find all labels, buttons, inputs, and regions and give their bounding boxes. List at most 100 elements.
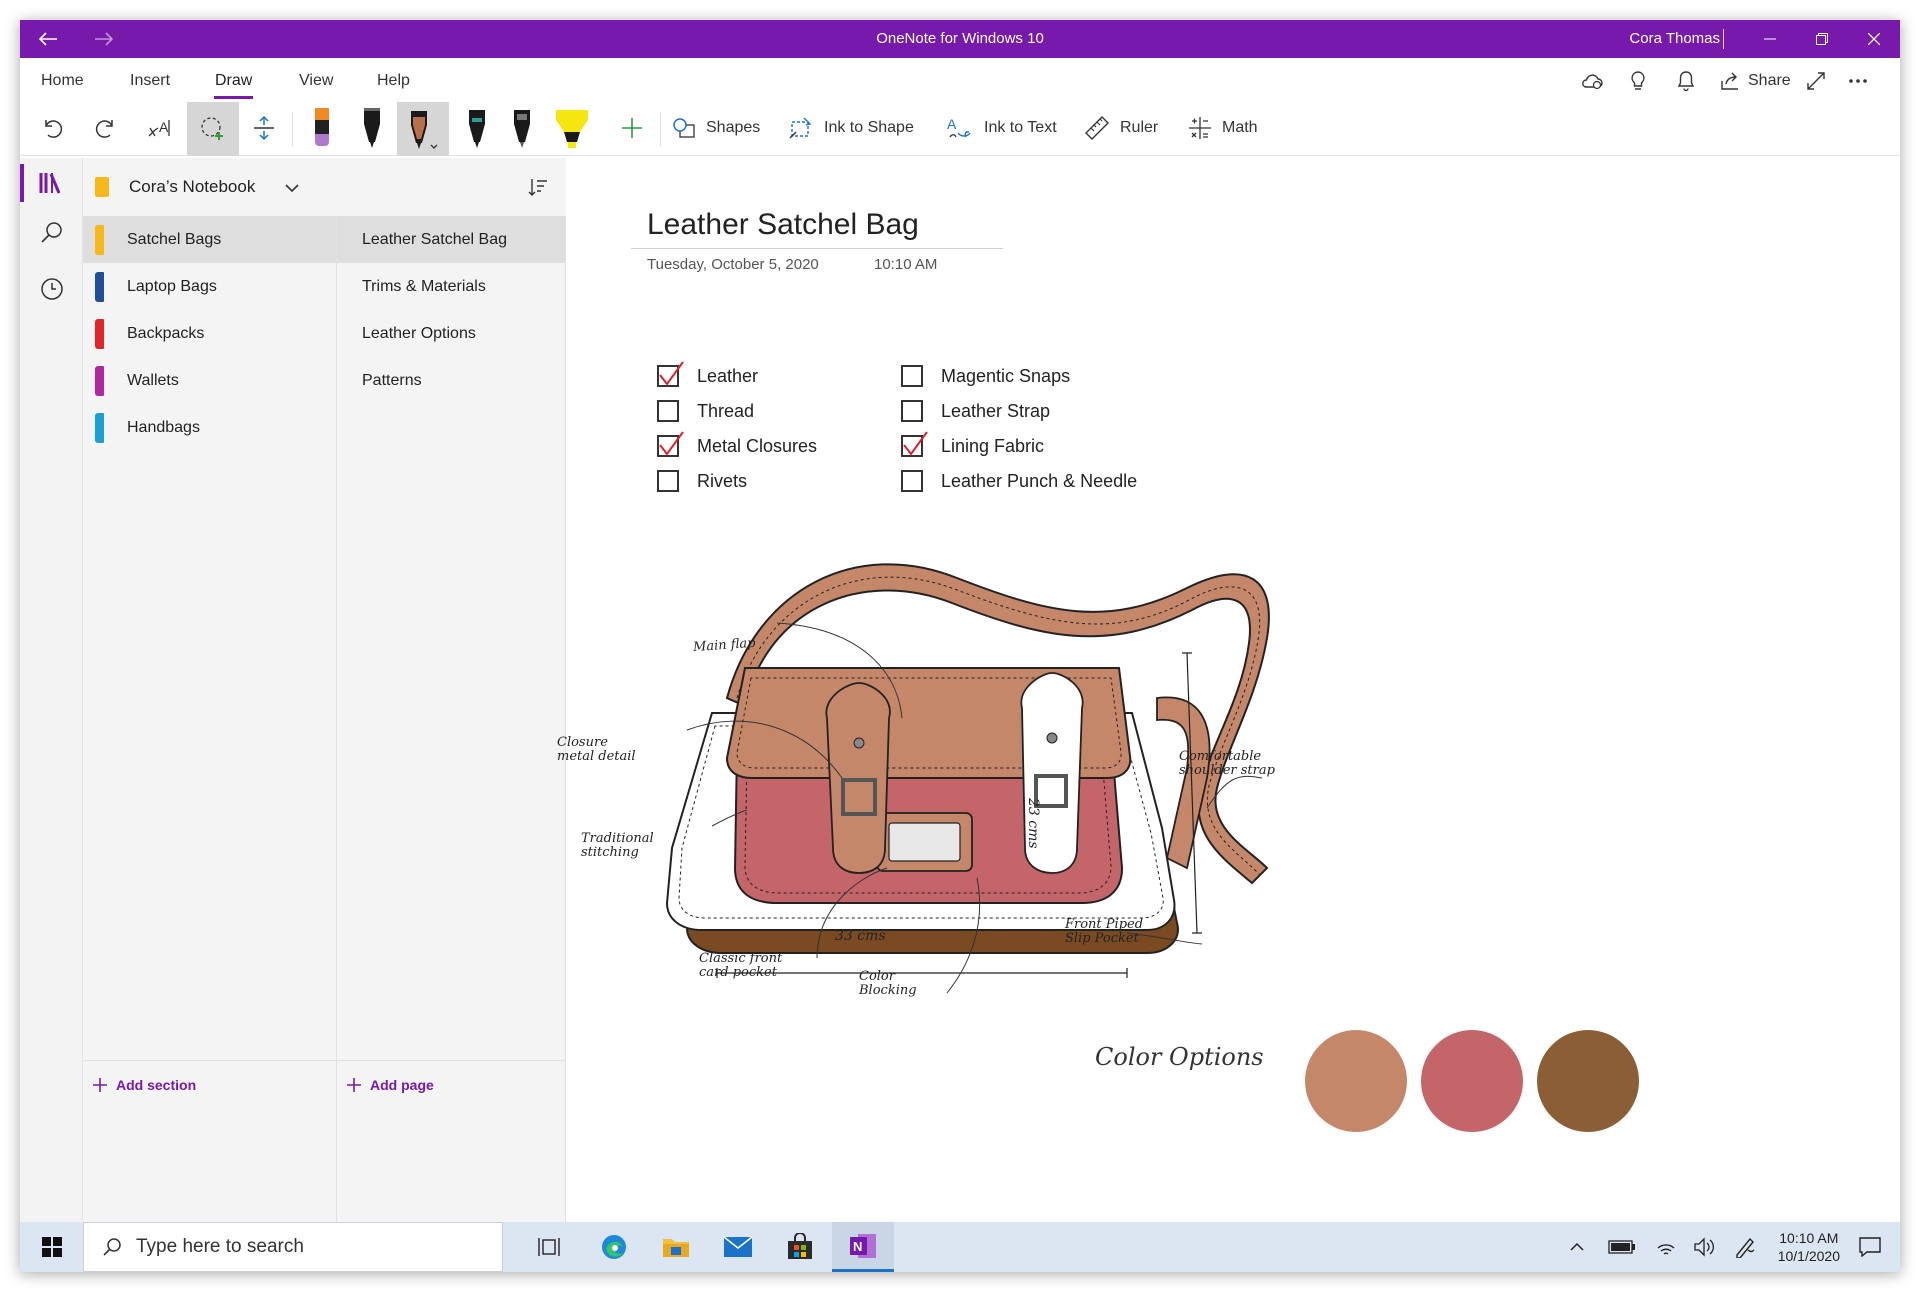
menu-view[interactable]: View — [299, 72, 333, 90]
highlighter-yellow[interactable] — [550, 102, 594, 154]
battery-status[interactable] — [1602, 1222, 1642, 1272]
close-button[interactable] — [1848, 20, 1900, 58]
math-button[interactable]: Math — [1188, 102, 1258, 154]
file-explorer-taskbar-button[interactable] — [646, 1222, 706, 1272]
checkbox[interactable] — [901, 470, 923, 492]
share-button[interactable]: Share — [1720, 66, 1791, 96]
onenote-taskbar-button[interactable]: N — [832, 1222, 894, 1272]
label-color-blocking-line2: Blocking — [859, 983, 917, 998]
notification-center-icon — [1859, 1237, 1881, 1257]
volume-control[interactable] — [1686, 1222, 1722, 1272]
clock-icon — [40, 278, 63, 300]
checkbox[interactable] — [901, 400, 923, 422]
notifications-button[interactable] — [1676, 66, 1696, 96]
section-color-tab — [95, 413, 104, 443]
section-item[interactable]: Wallets — [83, 357, 336, 404]
ink-to-text-button[interactable]: A Ink to Text — [946, 102, 1057, 154]
sync-status-button[interactable] — [1580, 66, 1604, 96]
redo-button[interactable] — [86, 102, 126, 154]
checklist-label: Leather Punch & Needle — [941, 470, 1138, 491]
page-item[interactable]: Leather Satchel Bag — [337, 216, 565, 263]
pen-teal[interactable] — [457, 102, 497, 154]
brown-pen-icon — [411, 111, 438, 149]
section-color-tab — [95, 225, 104, 255]
math-label: Math — [1222, 119, 1258, 136]
restore-button[interactable] — [1796, 20, 1848, 58]
task-view-button[interactable] — [520, 1222, 580, 1272]
page-item[interactable]: Patterns — [337, 357, 565, 404]
shapes-button[interactable]: Shapes — [672, 102, 760, 154]
ruler-button[interactable]: Ruler — [1084, 102, 1158, 154]
network-status[interactable] — [1648, 1222, 1684, 1272]
note-canvas[interactable]: Leather Satchel Bag Tuesday, October 5, … — [557, 158, 1900, 1222]
undo-button[interactable] — [32, 102, 72, 154]
add-remove-space-button[interactable] — [244, 102, 284, 154]
menu-help[interactable]: Help — [377, 72, 410, 90]
pen-workspace-icon — [1736, 1237, 1755, 1258]
section-item[interactable]: Handbags — [83, 404, 336, 451]
section-color-tab — [95, 272, 104, 302]
navigation-rail — [20, 158, 83, 1222]
add-section-button[interactable]: Add section — [93, 1062, 196, 1108]
section-label: Laptop Bags — [127, 277, 217, 295]
checklist-item[interactable]: Metal Closures — [657, 431, 817, 461]
pen-brown-selected[interactable] — [397, 102, 449, 156]
checkbox[interactable] — [901, 365, 923, 387]
checkbox-checked[interactable] — [901, 431, 928, 457]
taskbar-clock[interactable]: 10:10 AM 10/1/2020 — [1778, 1229, 1840, 1265]
fullscreen-button[interactable] — [1806, 66, 1826, 96]
section-item[interactable]: Backpacks — [83, 310, 336, 357]
checklist-item[interactable]: Leather Strap — [901, 396, 1050, 426]
checklist-item[interactable]: Leather — [657, 361, 758, 391]
type-select-button[interactable]: A — [140, 102, 180, 154]
checklist-item[interactable]: Magentic Snaps — [901, 361, 1070, 391]
menu-insert[interactable]: Insert — [130, 72, 170, 90]
checklist-item[interactable]: Thread — [657, 396, 754, 426]
checklist-item[interactable]: Rivets — [657, 466, 747, 496]
pen-black[interactable] — [352, 102, 392, 154]
add-pen-button[interactable] — [612, 102, 652, 154]
page-title[interactable]: Leather Satchel Bag — [647, 208, 919, 242]
notebooks-button[interactable] — [20, 158, 83, 208]
tell-me-button[interactable] — [1628, 66, 1648, 96]
checkbox[interactable] — [657, 470, 679, 492]
checkbox-checked[interactable] — [657, 361, 684, 387]
show-hidden-icons-button[interactable] — [1560, 1222, 1594, 1272]
page-item[interactable]: Leather Options — [337, 310, 565, 357]
cloud-sync-icon — [1582, 74, 1603, 90]
pen-workspace-button[interactable] — [1726, 1222, 1764, 1272]
label-front-pocket-line1: Classic front — [699, 951, 783, 966]
checkmark-icon — [659, 431, 684, 456]
search-icon — [103, 1238, 121, 1256]
recent-notes-button[interactable] — [20, 264, 83, 314]
store-taskbar-button[interactable] — [770, 1222, 830, 1272]
taskbar-search[interactable]: Type here to search — [83, 1222, 503, 1272]
menu-draw[interactable]: Draw — [213, 72, 254, 99]
more-options-button[interactable] — [1848, 66, 1868, 96]
minimize-button[interactable] — [1744, 20, 1796, 58]
section-item[interactable]: Satchel Bags — [83, 216, 336, 263]
checkbox-checked[interactable] — [657, 431, 684, 457]
start-button[interactable] — [20, 1222, 83, 1272]
sort-button[interactable] — [523, 172, 553, 202]
user-name[interactable]: Cora Thomas — [1629, 30, 1720, 47]
lasso-select-button[interactable] — [187, 102, 239, 156]
add-page-button[interactable]: Add page — [347, 1062, 434, 1108]
speaker-icon — [1694, 1237, 1714, 1257]
page-item[interactable]: Trims & Materials — [337, 263, 565, 310]
ink-to-shape-button[interactable]: Ink to Shape — [788, 102, 914, 154]
checklist-item[interactable]: Leather Punch & Needle — [901, 466, 1137, 496]
search-button[interactable] — [20, 208, 83, 258]
menu-home[interactable]: Home — [41, 72, 84, 90]
section-color-tab — [95, 366, 104, 396]
checklist-item[interactable]: Lining Fabric — [901, 431, 1044, 461]
section-item[interactable]: Laptop Bags — [83, 263, 336, 310]
label-piped-pocket-line2: Slip Pocket — [1065, 931, 1139, 946]
pen-purple-eraser[interactable] — [302, 102, 342, 154]
action-center-button[interactable] — [1846, 1222, 1894, 1272]
checkbox[interactable] — [657, 400, 679, 422]
pencil-gray[interactable] — [502, 102, 542, 154]
mail-taskbar-button[interactable] — [708, 1222, 768, 1272]
edge-taskbar-button[interactable] — [584, 1222, 644, 1272]
onenote-icon: N — [850, 1233, 876, 1258]
